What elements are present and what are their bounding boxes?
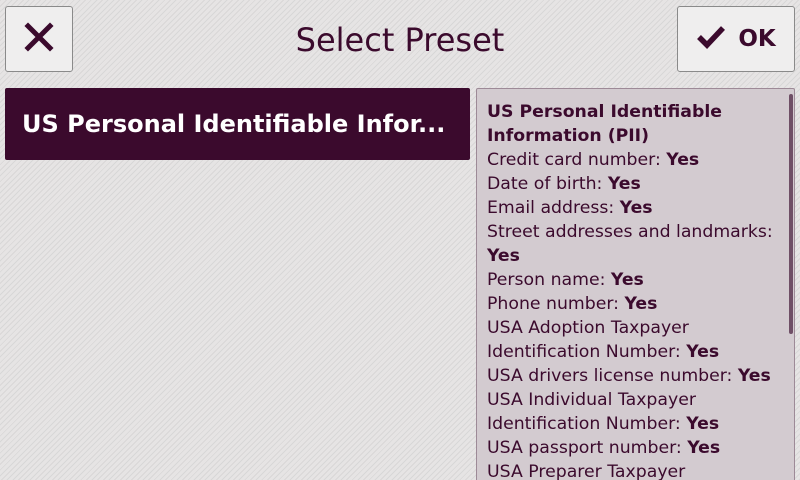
ok-button[interactable]: OK <box>677 6 795 72</box>
detail-value: Yes <box>487 246 520 266</box>
preset-details-panel[interactable]: US Personal Identifiable Information (PI… <box>476 88 795 480</box>
detail-line: Person name: Yes <box>487 268 780 292</box>
details-title: US Personal Identifiable Information (PI… <box>487 102 722 146</box>
detail-value: Yes <box>610 270 644 290</box>
detail-value: Yes <box>607 174 641 194</box>
detail-line: Street addresses and landmarks: Yes <box>487 220 780 268</box>
detail-label: USA Preparer Taxpayer <box>487 462 686 480</box>
detail-label: USA passport number: <box>487 438 688 458</box>
preset-item-label: US Personal Identifiable Infor... <box>22 110 446 138</box>
detail-line: Credit card number: Yes <box>487 148 780 172</box>
detail-label: Person name: <box>487 270 611 290</box>
detail-line: USA Preparer Taxpayer <box>487 460 780 480</box>
detail-line: Date of birth: Yes <box>487 172 780 196</box>
detail-line: USA drivers license number: Yes <box>487 364 780 388</box>
detail-line: USA Adoption Taxpayer Identification Num… <box>487 316 780 364</box>
detail-line: USA passport number: Yes <box>487 436 780 460</box>
detail-label: Street addresses and landmarks: <box>487 222 773 242</box>
detail-value: Yes <box>687 438 721 458</box>
detail-value: Yes <box>619 198 653 218</box>
detail-label: Email address: <box>487 198 620 218</box>
ok-button-label: OK <box>738 26 776 52</box>
detail-line: Phone number: Yes <box>487 292 780 316</box>
preset-item-us-pii[interactable]: US Personal Identifiable Infor... <box>5 88 470 160</box>
detail-value: Yes <box>686 342 720 362</box>
detail-label: Phone number: <box>487 294 625 314</box>
detail-value: Yes <box>666 150 700 170</box>
detail-label: Credit card number: <box>487 150 667 170</box>
detail-label: USA Adoption Taxpayer Identification Num… <box>487 318 689 362</box>
detail-label: USA drivers license number: <box>487 366 738 386</box>
detail-value: Yes <box>624 294 658 314</box>
detail-label: Date of birth: <box>487 174 608 194</box>
details-scrollbar[interactable] <box>789 94 793 334</box>
detail-label: USA Individual Taxpayer Identification N… <box>487 390 696 434</box>
checkmark-icon <box>696 24 726 54</box>
detail-line: Email address: Yes <box>487 196 780 220</box>
detail-value: Yes <box>686 414 720 434</box>
detail-line: USA Individual Taxpayer Identification N… <box>487 388 780 436</box>
detail-value: Yes <box>737 366 771 386</box>
preset-details-content: US Personal Identifiable Information (PI… <box>477 89 794 480</box>
